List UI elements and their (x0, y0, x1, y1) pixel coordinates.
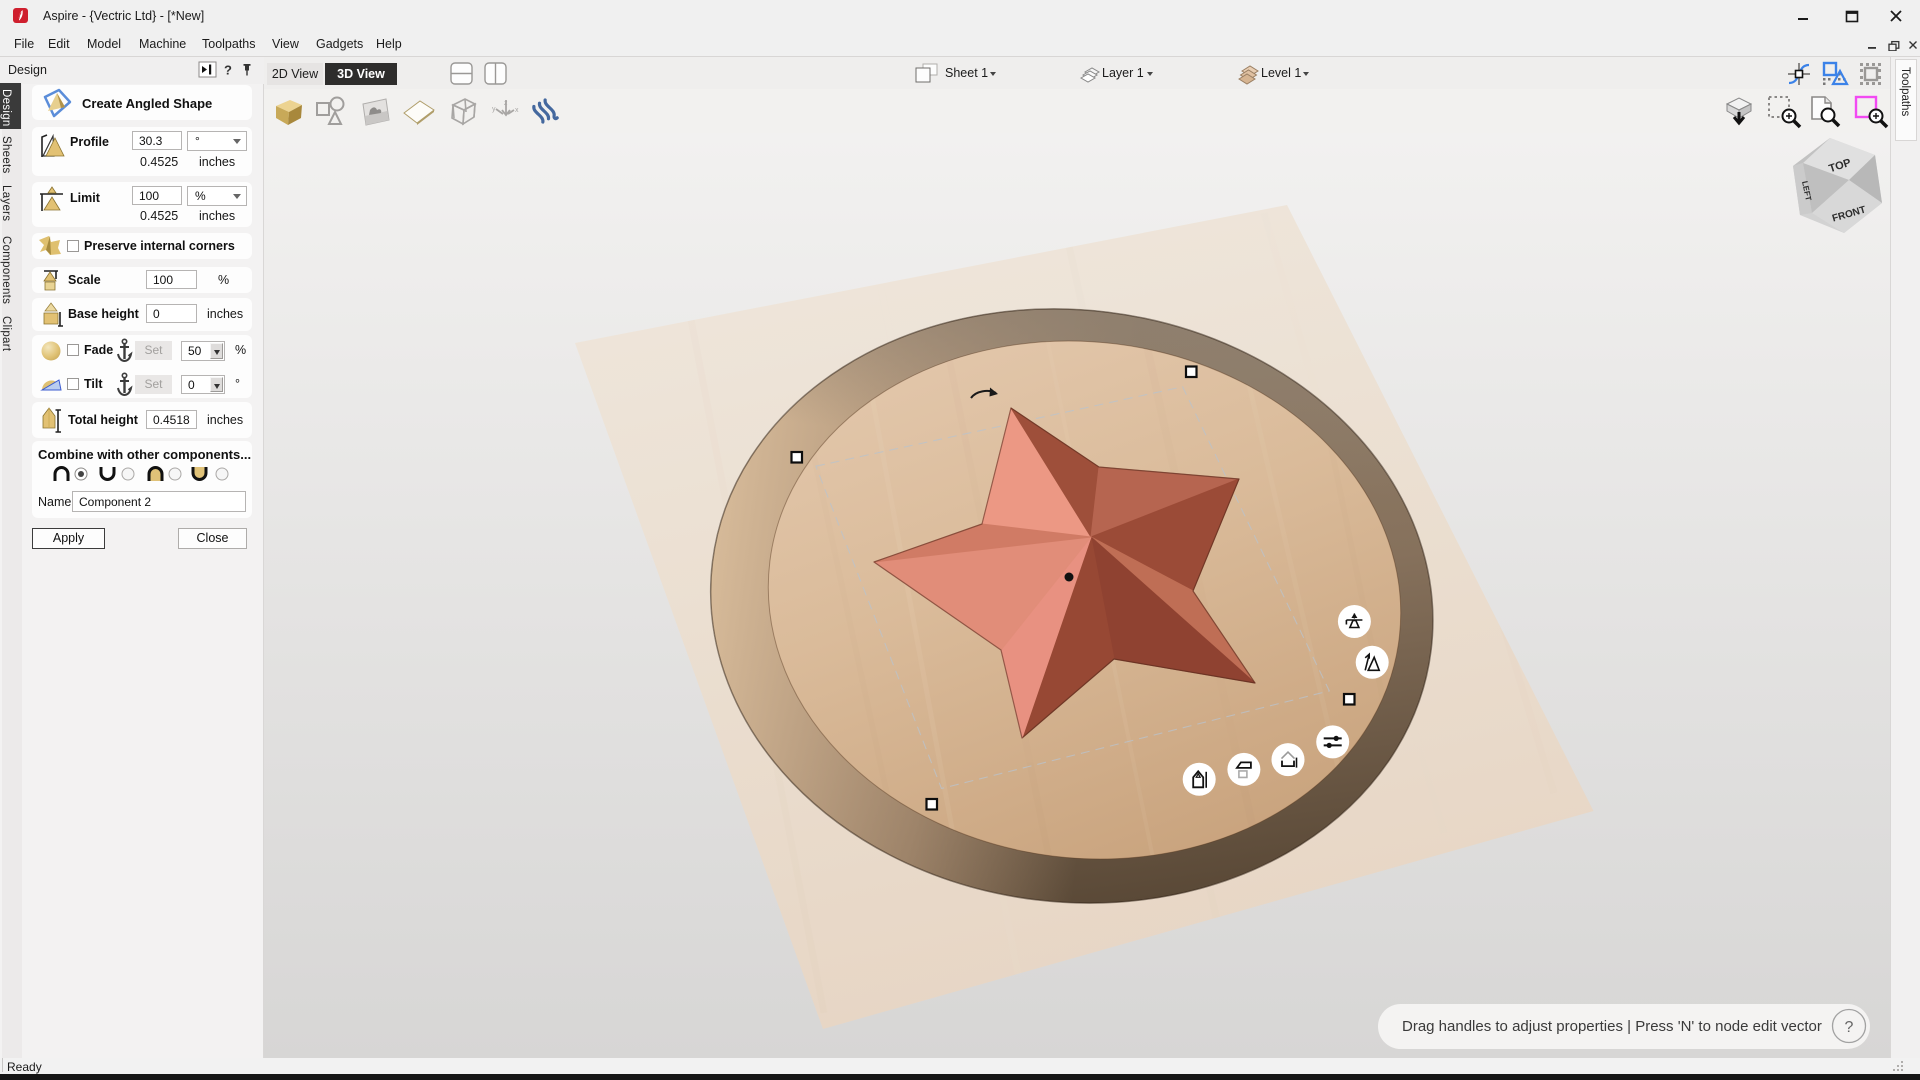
svg-text:Drag handles to adjust propert: Drag handles to adjust properties | Pres… (1402, 1018, 1822, 1035)
svg-text:y: y (492, 106, 496, 113)
svg-text:?: ? (224, 63, 232, 78)
svg-text:?: ? (1845, 1019, 1854, 1036)
svg-text:x: x (515, 107, 519, 114)
svg-text:z: z (504, 100, 508, 107)
